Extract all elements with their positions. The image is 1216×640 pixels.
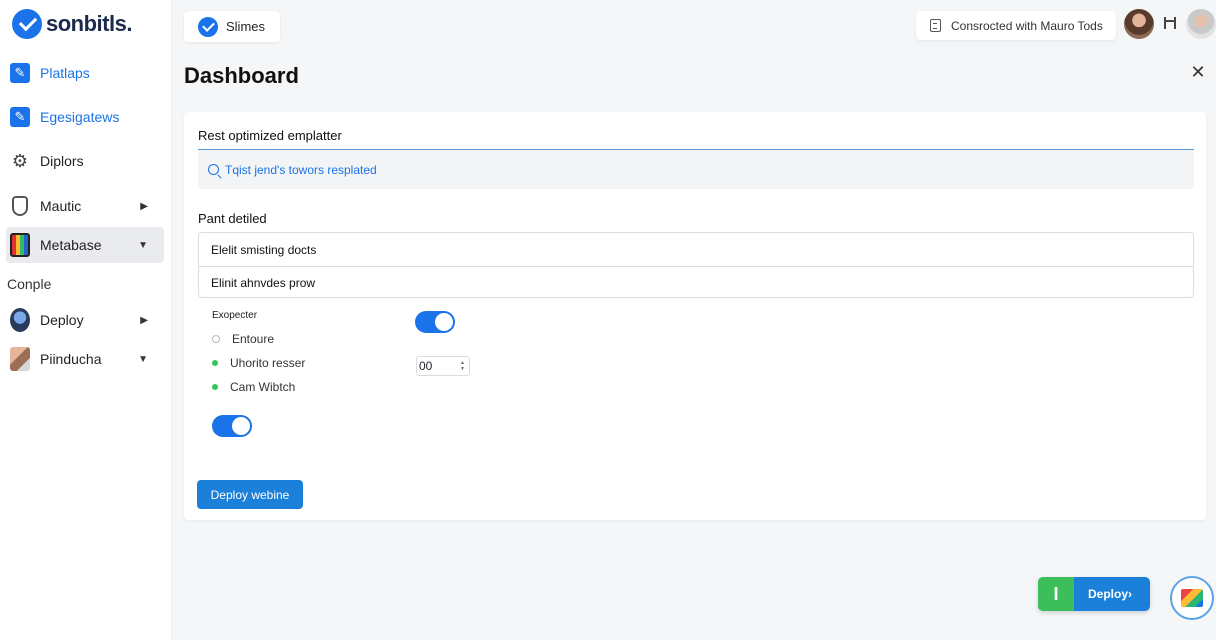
- stepper-value: 00: [419, 359, 433, 373]
- option-item[interactable]: Cam Wibtch: [212, 380, 295, 394]
- flag-icon[interactable]: [1164, 17, 1176, 29]
- section-title: Pant detiled: [198, 211, 267, 226]
- edit-square-icon: ✎: [10, 63, 30, 83]
- list-item[interactable]: Elelit smisting docts: [199, 233, 1193, 266]
- sidebar-item-label: Deploy: [40, 312, 84, 328]
- expecter-toggle[interactable]: [415, 311, 455, 333]
- option-label: Cam Wibtch: [230, 380, 296, 394]
- deploy-webine-button[interactable]: Deploy webine: [197, 480, 303, 509]
- sidebar-item-deploy[interactable]: Deploy ▶: [6, 302, 164, 338]
- status-dot-icon: [212, 360, 218, 366]
- connection-status-chip[interactable]: Consrocted with Mauro Tods: [916, 11, 1116, 40]
- option-label: Uhorito resser: [230, 356, 306, 370]
- detail-list: Elelit smisting docts Elinit ahnvdes pro…: [198, 232, 1194, 298]
- floating-deploy-label: Deploy›: [1088, 587, 1133, 601]
- sidebar-item-label: Egesigatews: [40, 109, 120, 125]
- globe-icon: [10, 308, 30, 332]
- caret-down-icon: ▼: [138, 239, 148, 251]
- shield-icon: [10, 196, 30, 216]
- stepper-arrows-icon[interactable]: ▲ ▼: [460, 360, 465, 372]
- sidebar-item-label: Platlaps: [40, 65, 90, 81]
- logo-text: sonbitls.: [46, 11, 132, 36]
- metabase-grid-icon: [10, 233, 30, 257]
- widget-icon: [1181, 589, 1203, 607]
- option-label: Entoure: [232, 332, 275, 346]
- connection-text: Consrocted with Mauro Tods: [951, 18, 1103, 33]
- list-item[interactable]: Elinit ahnvdes prow: [199, 266, 1193, 299]
- search-input[interactable]: [225, 162, 625, 177]
- photo-icon: [10, 347, 30, 371]
- gear-icon: ⚙: [11, 150, 29, 171]
- sidebar-item-platlaps[interactable]: ✎ Platlaps: [6, 55, 164, 91]
- search-box[interactable]: [198, 149, 1194, 189]
- sidebar-item-egesigatews[interactable]: ✎ Egesigatews: [6, 99, 164, 135]
- sidebar-item-label: Mautic: [40, 198, 82, 214]
- document-icon: [930, 19, 941, 32]
- sidebar-item-label: Metabase: [40, 237, 102, 253]
- logo-check-icon: [12, 9, 42, 39]
- deploy-icon: I: [1038, 577, 1074, 611]
- tab-slimes[interactable]: Slimes: [184, 11, 280, 42]
- quantity-stepper[interactable]: 00 ▲ ▼: [416, 356, 470, 376]
- tab-label: Slimes: [226, 19, 266, 34]
- page-title: Dashboard: [184, 63, 299, 88]
- caret-down-icon: ▼: [138, 353, 148, 365]
- search-icon: [208, 164, 219, 175]
- option-item[interactable]: Entoure: [212, 332, 274, 346]
- close-icon[interactable]: ✕: [1186, 60, 1210, 84]
- edit-square-icon: ✎: [10, 107, 30, 127]
- status-dot-icon: [212, 384, 218, 390]
- sidebar-item-mautic[interactable]: Mautic ▶: [6, 188, 164, 224]
- sidebar-item-diplors[interactable]: ⚙ Diplors: [6, 143, 164, 179]
- floating-deploy-button[interactable]: I Deploy›: [1038, 577, 1150, 611]
- caret-right-icon: ▶: [140, 200, 148, 212]
- secondary-toggle[interactable]: [212, 415, 252, 437]
- check-logo-icon: [198, 16, 218, 37]
- main-card: Rest optimized emplatter Pant detiled El…: [184, 112, 1206, 520]
- radio-empty-icon: [212, 335, 220, 343]
- sidebar-item-piinducha[interactable]: Piinducha ▼: [6, 341, 164, 377]
- sidebar-item-label: Diplors: [40, 153, 84, 169]
- sidebar-item-label: Piinducha: [40, 351, 102, 367]
- app-logo[interactable]: sonbitls.: [12, 8, 132, 40]
- avatar[interactable]: [1124, 9, 1154, 39]
- avatar[interactable]: [1186, 9, 1216, 39]
- floating-widget-button[interactable]: [1170, 576, 1214, 620]
- sidebar-item-metabase[interactable]: Metabase ▼: [6, 227, 164, 263]
- section-title: Rest optimized emplatter: [198, 128, 342, 143]
- sidebar-section-label: Conple: [7, 276, 52, 292]
- option-item[interactable]: Uhorito resser: [212, 356, 305, 370]
- options-label: Exopecter: [212, 310, 258, 321]
- caret-right-icon: ▶: [140, 314, 148, 326]
- sidebar: sonbitls. ✎ Platlaps ✎ Egesigatews ⚙ Dip…: [0, 0, 172, 640]
